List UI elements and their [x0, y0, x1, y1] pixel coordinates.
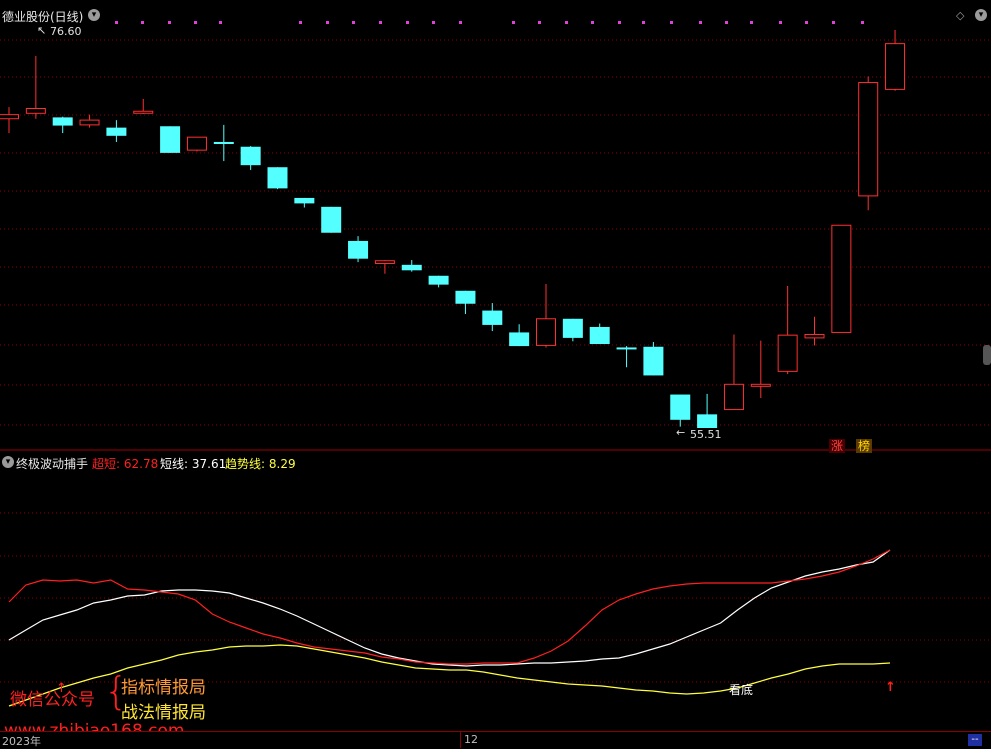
indicator-legend-ultra-short: 超短: 62.78 [92, 455, 158, 472]
min-price-arrow-icon: ← [676, 426, 686, 439]
buy-arrow-icon: ↑ [885, 680, 896, 695]
watermark-wechat: 微信公众号 [10, 690, 95, 710]
top-marker [352, 21, 355, 24]
candle-body-up [79, 119, 100, 126]
rise-badge[interactable]: 涨 [829, 439, 846, 453]
top-marker [699, 21, 702, 24]
candle-body-down [616, 347, 637, 350]
candle-body-down [643, 346, 664, 376]
top-marker [326, 21, 329, 24]
top-marker [565, 21, 568, 24]
top-marker [750, 21, 753, 24]
top-marker [779, 21, 782, 24]
candle-body-down [670, 394, 691, 420]
diamond-icon[interactable]: ◇ [956, 9, 964, 22]
candle-body-down [428, 275, 449, 285]
indicator-title: 终极波动捕手 [16, 457, 89, 471]
top-marker [115, 21, 118, 24]
top-marker [670, 21, 673, 24]
candle-body-down [106, 127, 127, 136]
candle-body-up [885, 43, 906, 90]
watermark-line1: 指标情报局 [121, 678, 206, 698]
candle-body-up [186, 136, 207, 151]
candle-body-up [858, 82, 879, 197]
top-marker [642, 21, 645, 24]
candle-body-down [455, 290, 476, 304]
top-marker [379, 21, 382, 24]
grid-layer [0, 21, 991, 683]
time-axis-bar: 2023年 12 -- [0, 731, 991, 749]
candle-body-up [0, 114, 19, 120]
month-label: 12 [464, 733, 478, 746]
right-edge-tab [983, 345, 991, 365]
chart-stage: 德业股份(日线) ▾ ◇ ▾ ↖ 76.60 ← 55.51 涨 榜 ▾ 终极波… [0, 0, 991, 749]
rank-badge[interactable]: 榜 [856, 439, 873, 453]
indicator-legend-trend: 趋势线: 8.29 [225, 455, 296, 472]
scroll-button[interactable]: -- [968, 734, 982, 746]
candle-body-down [401, 264, 422, 271]
top-marker [459, 21, 462, 24]
top-marker [618, 21, 621, 24]
legend-label: 趋势线: [225, 457, 266, 471]
chevron-down-icon[interactable]: ▾ [88, 9, 100, 21]
candle-body-down [697, 414, 718, 428]
signal-label: 看底 [729, 683, 754, 697]
candle-body-down [213, 141, 234, 145]
candle-body-up [831, 224, 852, 333]
candle-body-down [562, 318, 583, 338]
legend-label: 短线: [160, 457, 189, 471]
year-label: 2023年 [2, 735, 41, 748]
top-marker [194, 21, 197, 24]
top-marker [805, 21, 808, 24]
candle-body-up [536, 318, 556, 346]
candle-body-up [804, 333, 825, 339]
min-price-label: 55.51 [690, 428, 722, 441]
legend-value: 8.29 [268, 457, 296, 471]
top-marker [141, 21, 144, 24]
candle-body-up [777, 334, 798, 372]
main-panel-title: 德业股份(日线) [2, 10, 84, 24]
ultra-short-line [8, 549, 891, 665]
watermark-line2: 战法情报局 [121, 703, 206, 723]
top-marker [406, 21, 409, 24]
top-marker [591, 21, 594, 24]
candle-body-down [509, 332, 530, 347]
max-price-arrow-icon: ↖ [37, 24, 47, 37]
top-marker [832, 21, 835, 24]
candle-body-up [25, 108, 46, 114]
legend-label: 超短: [92, 457, 121, 471]
top-marker [219, 21, 222, 24]
candle-body-down [482, 310, 503, 325]
top-marker [538, 21, 541, 24]
top-marker [725, 21, 728, 24]
collapse-icon[interactable]: ▾ [2, 456, 14, 468]
top-marker [299, 21, 302, 24]
axis-divider [460, 732, 461, 748]
candle-body-down [321, 206, 342, 233]
candle-body-down [160, 126, 181, 153]
legend-value: 37.61 [191, 457, 227, 471]
watermark-arrow-icon: ↑ [56, 681, 67, 696]
candle-body-down [589, 326, 610, 345]
short-line [8, 549, 891, 667]
indicator-legend-short: 短线: 37.61 [160, 455, 226, 472]
menu-icon[interactable]: ▾ [975, 9, 987, 21]
top-marker [432, 21, 435, 24]
legend-value: 62.78 [123, 457, 159, 471]
candle-body-down [348, 240, 369, 259]
top-marker [861, 21, 864, 24]
candle-body-up [723, 383, 744, 411]
candle-body-up [750, 383, 771, 387]
candle-body-down [52, 117, 73, 126]
candle-body-down [294, 197, 315, 204]
candle-body-up [374, 260, 395, 264]
max-price-label: 76.60 [50, 25, 82, 38]
candle-body-down [267, 167, 288, 189]
candle-body-up [133, 110, 154, 114]
top-marker [512, 21, 515, 24]
top-marker [168, 21, 171, 24]
candle-body-down [240, 146, 261, 166]
kline-chart-svg [0, 21, 991, 707]
